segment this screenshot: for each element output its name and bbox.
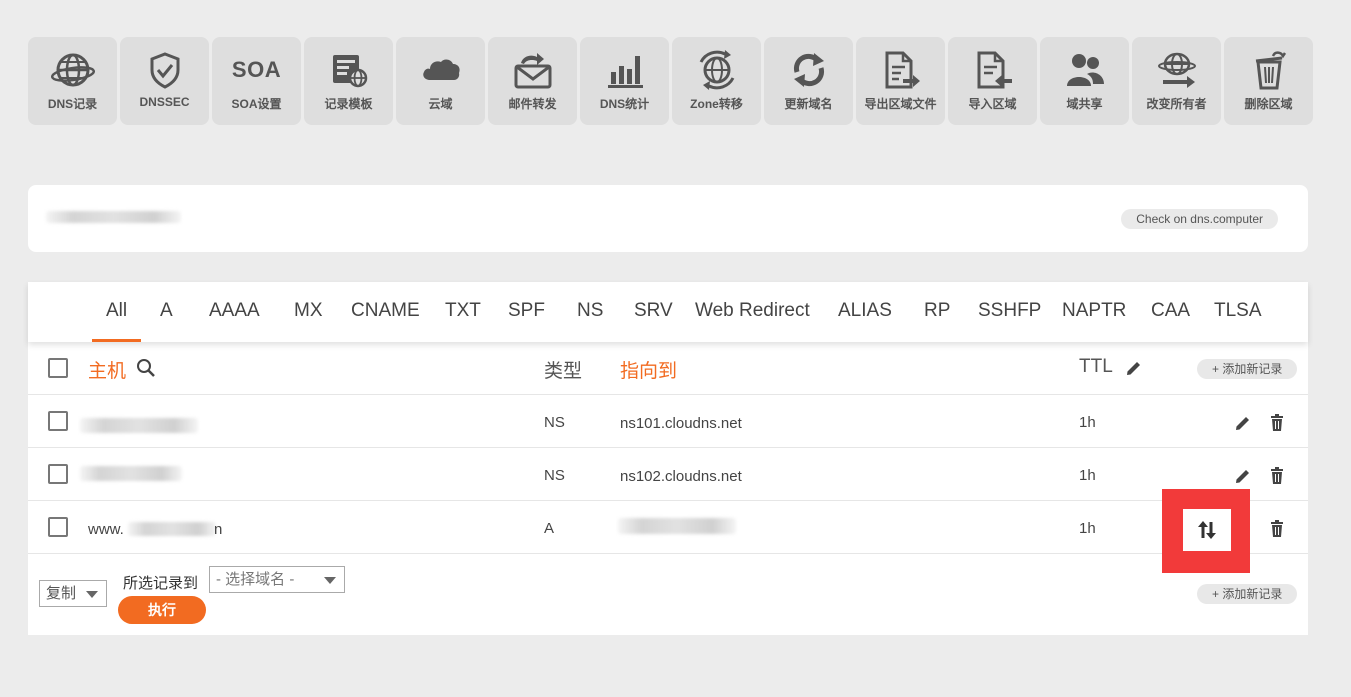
export-zone-file-button[interactable]: 导出区域文件 <box>856 37 945 125</box>
record-host-prefix: www. <box>88 521 124 538</box>
record-ttl: 1h <box>1079 520 1096 537</box>
delete-trash-icon[interactable] <box>1267 413 1287 433</box>
dns-records-button[interactable]: DNS记录 <box>28 37 117 125</box>
highlight-box <box>1162 489 1250 573</box>
domain-info-panel: Check on dns.computer <box>28 185 1308 252</box>
record-points-to: ns102.cloudns.net <box>620 468 742 485</box>
zone-transfer-button[interactable]: Zone转移 <box>672 37 761 125</box>
tab-spf[interactable]: SPF <box>508 282 545 342</box>
tab-cname[interactable]: CNAME <box>351 282 420 342</box>
edit-ttl-pencil-icon[interactable] <box>1124 358 1144 378</box>
table-header: 主机 类型 指向到 TTL + 添加新记录 <box>28 342 1308 395</box>
refresh-icon <box>784 49 834 91</box>
table-row: NS ns101.cloudns.net 1h <box>28 395 1308 448</box>
points-to-header[interactable]: 指向到 <box>620 356 677 383</box>
tab-caa[interactable]: CAA <box>1151 282 1190 342</box>
record-type: NS <box>544 414 565 431</box>
tab-mx[interactable]: MX <box>294 282 323 342</box>
add-record-button-top[interactable]: + 添加新记录 <box>1197 359 1298 379</box>
cloud-domain-button[interactable]: 云域 <box>396 37 485 125</box>
add-record-button-bottom[interactable]: + 添加新记录 <box>1197 584 1298 604</box>
change-owner-button[interactable]: 改变所有者 <box>1132 37 1221 125</box>
redacted-domain-name <box>46 211 181 223</box>
mail-forward-icon <box>508 49 558 91</box>
zone-toolbar: DNS记录 DNSSEC SOA SOA设置 记录模板 云域 邮件转发 DNS统… <box>28 37 1313 125</box>
tab-naptr[interactable]: NAPTR <box>1062 282 1126 342</box>
trash-icon <box>1244 49 1294 91</box>
sort-button[interactable] <box>1183 509 1231 551</box>
record-type-tabs: All A AAAA MX CNAME TXT SPF NS SRV Web R… <box>28 282 1308 342</box>
move-records-label: 所选记录到 <box>123 575 199 592</box>
dns-stats-button[interactable]: DNS统计 <box>580 37 669 125</box>
type-header[interactable]: 类型 <box>544 356 582 383</box>
tab-alias[interactable]: ALIAS <box>838 282 892 342</box>
change-owner-icon <box>1152 49 1202 91</box>
host-header[interactable]: 主机 <box>88 356 126 383</box>
delete-trash-icon[interactable] <box>1267 466 1287 486</box>
record-templates-button[interactable]: 记录模板 <box>304 37 393 125</box>
users-icon <box>1060 49 1110 91</box>
tab-tlsa[interactable]: TLSA <box>1214 282 1262 342</box>
check-on-dns-computer-button[interactable]: Check on dns.computer <box>1121 209 1278 229</box>
record-ttl: 1h <box>1079 467 1096 484</box>
template-icon <box>324 49 374 91</box>
record-type: A <box>544 520 555 537</box>
dnssec-button[interactable]: DNSSEC <box>120 37 209 125</box>
shield-check-icon <box>140 49 190 91</box>
redacted-host <box>80 466 182 481</box>
import-file-icon <box>968 49 1018 91</box>
delete-trash-icon[interactable] <box>1267 519 1287 539</box>
domain-select[interactable]: - 选择域名 - <box>209 566 345 593</box>
row-checkbox[interactable] <box>48 411 68 431</box>
redacted-ip <box>618 518 736 534</box>
ttl-header: TTL <box>1079 356 1113 377</box>
record-type: NS <box>544 467 565 484</box>
bar-chart-icon <box>600 49 650 91</box>
record-host-suffix: n <box>214 521 223 538</box>
row-checkbox[interactable] <box>48 464 68 484</box>
tab-srv[interactable]: SRV <box>634 282 673 342</box>
edit-pencil-icon[interactable] <box>1233 413 1253 433</box>
zone-transfer-icon <box>692 49 742 91</box>
sort-arrows-icon <box>1198 521 1216 539</box>
edit-pencil-icon[interactable] <box>1233 466 1253 486</box>
tab-rp[interactable]: RP <box>924 282 950 342</box>
import-zone-button[interactable]: 导入区域 <box>948 37 1037 125</box>
export-file-icon <box>876 49 926 91</box>
globe-icon <box>48 49 98 91</box>
soa-text-icon: SOA <box>231 57 282 82</box>
record-points-to: ns101.cloudns.net <box>620 415 742 432</box>
row-checkbox[interactable] <box>48 517 68 537</box>
chevron-down-icon <box>86 591 98 598</box>
cloud-icon <box>416 49 466 91</box>
tab-a[interactable]: A <box>160 282 173 342</box>
record-ttl: 1h <box>1079 414 1096 431</box>
chevron-down-icon <box>324 577 336 584</box>
select-all-checkbox[interactable] <box>48 358 68 378</box>
execute-button[interactable]: 执行 <box>118 596 206 624</box>
tab-all[interactable]: All <box>92 282 142 342</box>
table-row: www. n A 1h <box>28 501 1308 554</box>
tab-txt[interactable]: TXT <box>445 282 481 342</box>
action-select[interactable]: 复制 <box>39 580 107 607</box>
tab-sshfp[interactable]: SSHFP <box>978 282 1041 342</box>
redacted-host <box>128 522 216 536</box>
delete-zone-button[interactable]: 删除区域 <box>1224 37 1313 125</box>
tab-aaaa[interactable]: AAAA <box>209 282 260 342</box>
domain-share-button[interactable]: 域共享 <box>1040 37 1129 125</box>
search-icon[interactable] <box>136 358 156 378</box>
mail-forward-button[interactable]: 邮件转发 <box>488 37 577 125</box>
tab-ns[interactable]: NS <box>577 282 603 342</box>
update-domain-button[interactable]: 更新域名 <box>764 37 853 125</box>
tab-web-redirect[interactable]: Web Redirect <box>695 282 810 342</box>
table-row: NS ns102.cloudns.net 1h <box>28 448 1308 501</box>
redacted-host <box>80 418 198 433</box>
soa-settings-button[interactable]: SOA SOA设置 <box>212 37 301 125</box>
